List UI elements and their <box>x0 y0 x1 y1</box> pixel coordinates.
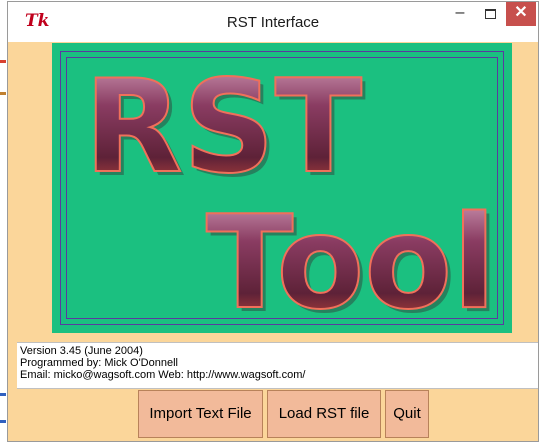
maximize-icon <box>484 9 496 19</box>
programmer-text: Programmed by: Mick O'Donnell <box>20 357 178 369</box>
version-info-panel: Version 3.45 (June 2004) Programmed by: … <box>17 342 538 389</box>
load-rst-file-button[interactable]: Load RST file <box>267 390 381 438</box>
desktop-marker <box>0 420 6 423</box>
rst-interface-window: Tk RST Interface – ✕ RST RST Tool Tool V… <box>7 1 539 442</box>
minimize-button[interactable]: – <box>446 2 474 26</box>
import-text-file-button[interactable]: Import Text File <box>138 390 263 438</box>
close-icon: ✕ <box>514 4 528 21</box>
desktop-marker <box>0 92 6 95</box>
version-text: Version 3.45 (June 2004) <box>20 345 143 357</box>
rst-tool-logo: RST RST Tool Tool <box>52 43 512 333</box>
contact-text: Email: micko@wagsoft.com Web: http://www… <box>20 369 306 381</box>
logo-text-tool: Tool <box>206 189 496 333</box>
action-buttons: Import Text File Load RST file Quit <box>138 390 429 438</box>
logo-text-rst: RST <box>84 53 362 202</box>
desktop-marker <box>0 393 6 396</box>
logo-artwork: RST RST Tool Tool <box>83 52 500 333</box>
close-button[interactable]: ✕ <box>506 2 536 26</box>
title-bar[interactable]: Tk RST Interface – ✕ <box>8 2 538 42</box>
quit-button[interactable]: Quit <box>385 390 429 438</box>
desktop-marker <box>0 60 6 63</box>
minimize-icon: – <box>455 4 465 21</box>
maximize-button[interactable] <box>476 2 504 26</box>
